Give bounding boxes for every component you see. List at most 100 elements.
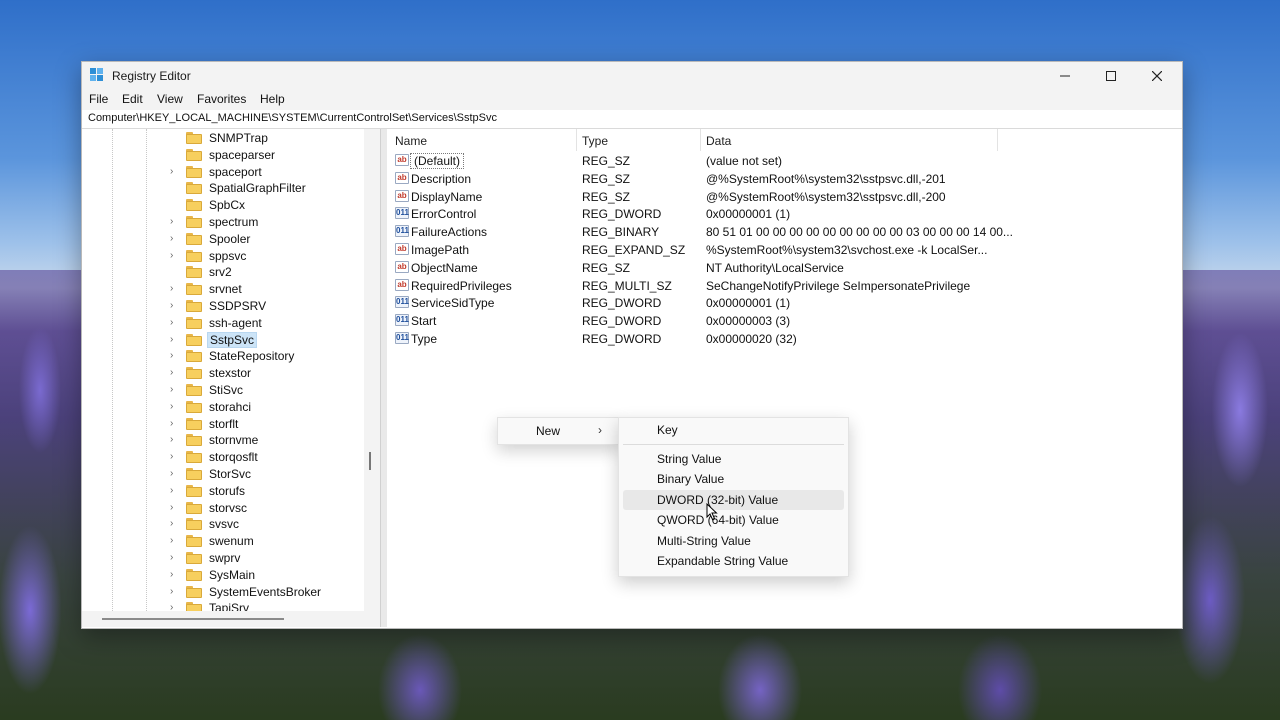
value-row[interactable]: ab ObjectName REG_SZ NT Authority\LocalServ… <box>387 259 1181 276</box>
tree-item[interactable]: › StateRepository <box>170 348 360 364</box>
menu-edit[interactable]: Edit <box>122 92 143 106</box>
tree-item[interactable]: › swprv <box>170 550 360 566</box>
value-row[interactable]: 011 ErrorControl REG_DWORD 0x00000001 (1) <box>387 205 1181 222</box>
chevron-right-icon[interactable]: › <box>170 300 180 312</box>
folder-icon <box>186 384 202 396</box>
column-type-header[interactable]: Type <box>582 134 608 148</box>
chevron-right-icon[interactable]: › <box>170 384 180 396</box>
submenu-string-value[interactable]: String Value <box>623 449 844 469</box>
value-row[interactable]: 011 ServiceSidType REG_DWORD 0x00000001 (1) <box>387 294 1181 311</box>
value-row[interactable]: ab RequiredPrivileges REG_MULTI_SZ SeChange… <box>387 277 1181 294</box>
submenu-expandable-string-value[interactable]: Expandable String Value <box>623 551 844 571</box>
column-divider[interactable] <box>997 129 998 151</box>
menu-help[interactable]: Help <box>260 92 285 106</box>
tree-item[interactable]: › stornvme <box>170 432 360 448</box>
tree-item[interactable]: › StorSvc <box>170 466 360 482</box>
chevron-right-icon[interactable]: › <box>170 233 180 245</box>
tree-item[interactable]: › swenum <box>170 533 360 549</box>
minimize-button[interactable] <box>1042 62 1088 90</box>
tree-scroll-thumb[interactable] <box>369 452 371 470</box>
value-name: ImagePath <box>411 243 470 257</box>
binary-value-icon: 011 <box>395 314 409 327</box>
chevron-right-icon[interactable]: › <box>170 401 180 413</box>
tree-item[interactable]: SpatialGraphFilter <box>170 180 360 196</box>
chevron-right-icon[interactable]: › <box>170 317 180 329</box>
tree-item[interactable]: › storufs <box>170 483 360 499</box>
tree-item[interactable]: › spaceport <box>170 164 360 180</box>
tree-item[interactable]: › SysMain <box>170 567 360 583</box>
tree-item[interactable]: › sppsvc <box>170 248 360 264</box>
value-data: 0x00000001 (1) <box>706 296 791 311</box>
chevron-right-icon[interactable]: › <box>170 166 180 178</box>
value-row[interactable]: ab Description REG_SZ @%SystemRoot%\system3… <box>387 170 1181 187</box>
value-row[interactable]: 011 FailureActions REG_BINARY 80 51 01 00 0… <box>387 223 1181 240</box>
tree-item[interactable]: › spectrum <box>170 214 360 230</box>
address-bar[interactable]: Computer\HKEY_LOCAL_MACHINE\SYSTEM\Curre… <box>82 110 1182 129</box>
chevron-right-icon[interactable]: › <box>170 367 180 379</box>
tree-item-label: StateRepository <box>209 349 295 364</box>
chevron-right-icon[interactable]: › <box>170 283 180 295</box>
tree-hscroll-thumb[interactable] <box>102 618 284 620</box>
menu-file[interactable]: File <box>89 92 108 106</box>
column-data-header[interactable]: Data <box>706 134 731 148</box>
submenu-key[interactable]: Key <box>623 420 844 440</box>
chevron-right-icon[interactable]: › <box>170 502 180 514</box>
tree-item[interactable]: › ssh-agent <box>170 315 360 331</box>
tree-item[interactable]: › srvnet <box>170 281 360 297</box>
pane-splitter[interactable] <box>380 129 387 627</box>
chevron-right-icon[interactable]: › <box>170 434 180 446</box>
tree-vertical-scrollbar[interactable] <box>364 129 380 627</box>
tree-item[interactable]: › stexstor <box>170 365 360 381</box>
value-row[interactable]: ab ImagePath REG_EXPAND_SZ %SystemRoot%\sys… <box>387 241 1181 258</box>
tree-item[interactable]: srv2 <box>170 264 360 280</box>
folder-icon <box>186 568 202 581</box>
chevron-right-icon[interactable]: › <box>170 552 180 564</box>
tree-item[interactable]: › StiSvc <box>170 382 360 398</box>
chevron-right-icon[interactable]: › <box>170 518 180 530</box>
submenu-multi-string-value[interactable]: Multi-String Value <box>623 531 844 551</box>
tree-item[interactable]: › SstpSvc <box>170 331 360 348</box>
value-row[interactable]: ab DisplayName REG_SZ @%SystemRoot%\system3… <box>387 188 1181 205</box>
chevron-right-icon[interactable]: › <box>170 216 180 228</box>
submenu-binary-value[interactable]: Binary Value <box>623 469 844 489</box>
column-divider[interactable] <box>700 129 701 151</box>
value-row[interactable]: 011 Start REG_DWORD 0x00000003 (3) <box>387 312 1181 329</box>
menu-view[interactable]: View <box>157 92 183 106</box>
tree-item[interactable]: › storahci <box>170 399 360 415</box>
column-divider[interactable] <box>576 129 577 151</box>
submenu-dword-value[interactable]: DWORD (32-bit) Value <box>623 490 844 510</box>
tree-item[interactable]: › Spooler <box>170 231 360 247</box>
chevron-right-icon[interactable]: › <box>170 418 180 430</box>
value-row[interactable]: 011 Type REG_DWORD 0x00000020 (32) <box>387 330 1181 347</box>
tree-item[interactable]: SpbCx <box>170 197 360 213</box>
tree-item[interactable]: › svsvc <box>170 516 360 532</box>
chevron-right-icon[interactable]: › <box>170 569 180 581</box>
tree-item[interactable]: spaceparser <box>170 147 360 163</box>
chevron-right-icon[interactable]: › <box>170 485 180 497</box>
maximize-button[interactable] <box>1088 62 1134 90</box>
chevron-right-icon[interactable]: › <box>170 334 180 346</box>
menu-favorites[interactable]: Favorites <box>197 92 246 106</box>
chevron-right-icon[interactable]: › <box>170 468 180 480</box>
chevron-right-icon[interactable]: › <box>170 586 180 598</box>
submenu-qword-value[interactable]: QWORD (64-bit) Value <box>623 510 844 530</box>
tree-item[interactable]: › storqosflt <box>170 449 360 465</box>
tree-item[interactable]: › SystemEventsBroker <box>170 584 360 600</box>
column-name-header[interactable]: Name <box>395 134 427 148</box>
chevron-right-icon[interactable]: › <box>170 250 180 262</box>
value-row[interactable]: ab (Default) REG_SZ (value not set) <box>387 152 1181 169</box>
binary-value-icon: 011 <box>395 207 409 220</box>
tree-guide-line <box>146 129 147 627</box>
title-bar[interactable]: Registry Editor <box>82 62 1182 90</box>
key-tree[interactable]: SNMPTrap spaceparser › spaceport SpatialGrap… <box>82 129 364 627</box>
close-button[interactable] <box>1134 62 1180 90</box>
chevron-right-icon[interactable]: › <box>170 535 180 547</box>
tree-item[interactable]: › storflt <box>170 416 360 432</box>
context-menu-new[interactable]: New › <box>498 418 620 444</box>
chevron-right-icon[interactable]: › <box>170 451 180 463</box>
tree-item[interactable]: SNMPTrap <box>170 130 360 146</box>
tree-item[interactable]: › storvsc <box>170 500 360 516</box>
chevron-right-icon[interactable]: › <box>170 350 180 362</box>
tree-item[interactable]: › SSDPSRV <box>170 298 360 314</box>
value-name: ServiceSidType <box>411 296 495 311</box>
